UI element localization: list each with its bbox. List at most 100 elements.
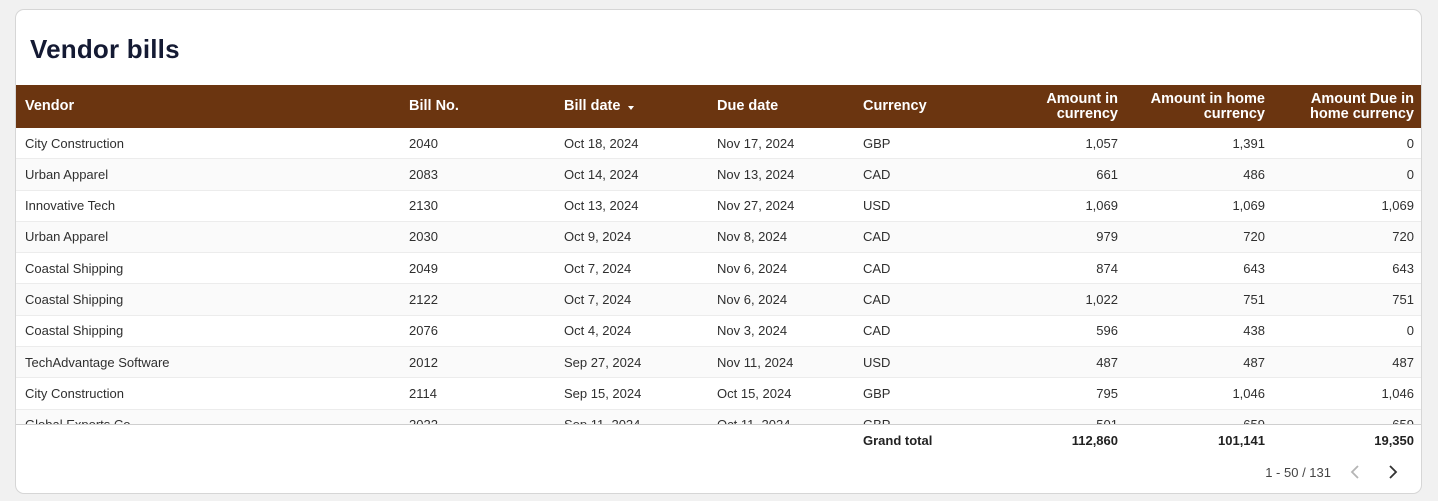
cell-vendor: Innovative Tech <box>25 198 116 214</box>
cell-bill-date: Sep 15, 2024 <box>564 385 642 401</box>
cell-amount-due: 751 <box>1392 291 1414 307</box>
cell-bill-no: 2114 <box>409 385 437 401</box>
cell-amount-in-home-currency: 438 <box>1243 323 1265 339</box>
column-header-amount-due-in-home-currency[interactable]: Amount Due in home currency <box>1274 85 1414 128</box>
table-row[interactable]: City Construction 2040 Oct 18, 2024 Nov 17,… <box>16 128 1421 160</box>
chevron-left-icon[interactable] <box>1341 460 1369 484</box>
cell-vendor: City Construction <box>25 135 124 151</box>
cell-vendor: Coastal Shipping <box>25 323 124 339</box>
cell-due-date: Nov 6, 2024 <box>717 260 788 276</box>
column-header-label: Due date <box>717 98 779 114</box>
cell-vendor: TechAdvantage Software <box>25 354 170 370</box>
cell-amount-in-home-currency: 643 <box>1243 260 1265 276</box>
cell-amount-in-currency: 487 <box>1096 354 1118 370</box>
cell-due-date: Nov 6, 2024 <box>717 291 788 307</box>
cell-bill-date: Oct 7, 2024 <box>564 260 632 276</box>
pagination: 1 - 50 / 131 <box>1265 460 1407 484</box>
grand-total-amount-in-home-currency: 101,141 <box>1218 432 1265 448</box>
cell-bill-no: 2122 <box>409 291 438 307</box>
cell-amount-in-currency: 795 <box>1096 385 1118 401</box>
table-row[interactable]: Innovative Tech 2130 Oct 13, 2024 Nov 27, 2… <box>16 191 1421 222</box>
cell-currency: GBP <box>863 135 891 151</box>
cell-amount-due: 659 <box>1274 410 1414 424</box>
cell-due-date: Nov 11, 2024 <box>717 354 794 370</box>
column-header-due-date[interactable]: Due date <box>717 85 847 128</box>
cell-due-date: Nov 13, 2024 <box>717 166 795 182</box>
cell-bill-date: Sep 11, 2024 <box>564 410 704 424</box>
cell-amount-due: 487 <box>1392 354 1414 370</box>
table-row[interactable]: Coastal Shipping 2122 Oct 7, 2024 Nov 6, 20… <box>16 284 1421 316</box>
table-body[interactable]: City Construction 2040 Oct 18, 2024 Nov 17,… <box>16 128 1421 424</box>
cell-bill-no: 2049 <box>409 260 438 276</box>
cell-bill-no: 2076 <box>409 323 438 339</box>
cell-bill-no: 2030 <box>409 229 438 245</box>
table-row[interactable]: City Construction 2114 Sep 15, 2024 Oct 15,… <box>16 378 1421 410</box>
column-header-label: Vendor <box>25 98 75 114</box>
column-header-currency[interactable]: Currency <box>863 85 973 128</box>
cell-currency: USD <box>863 198 891 214</box>
cell-currency: CAD <box>863 291 891 307</box>
cell-due-date: Nov 3, 2024 <box>717 323 788 339</box>
cell-due-date: Nov 17, 2024 <box>717 135 795 151</box>
cell-vendor: Urban Apparel <box>25 166 109 182</box>
cell-vendor: Global Exports Co <box>25 410 325 424</box>
cell-vendor: Urban Apparel <box>25 229 109 245</box>
cell-due-date: Oct 11, 2024 <box>717 410 847 424</box>
pagination-range: 1 - 50 / 131 <box>1265 464 1331 480</box>
cell-amount-in-home-currency: 1,069 <box>1232 198 1265 214</box>
cell-amount-due: 0 <box>1406 323 1414 339</box>
column-header-bill-no[interactable]: Bill No. <box>409 85 529 128</box>
cell-amount-due: 1,046 <box>1381 385 1414 401</box>
sort-descending-icon[interactable] <box>628 105 635 110</box>
grand-total-amount-due: 19,350 <box>1374 432 1414 448</box>
cell-amount-in-home-currency: 486 <box>1243 166 1265 182</box>
cell-bill-date: Sep 27, 2024 <box>564 354 642 370</box>
cell-amount-due: 0 <box>1406 166 1414 182</box>
cell-amount-in-currency: 979 <box>1096 229 1118 245</box>
cell-due-date: Nov 8, 2024 <box>717 229 788 245</box>
cell-currency: GBP <box>863 385 891 401</box>
vendor-bills-card: Vendor bills Vendor Bill No. Bill date D… <box>15 9 1422 494</box>
cell-vendor: City Construction <box>25 385 124 401</box>
table-row[interactable]: Urban Apparel 2030 Oct 9, 2024 Nov 8, 2024 C… <box>16 221 1421 254</box>
cell-amount-in-currency: 874 <box>1096 260 1118 276</box>
cell-bill-no: 2130 <box>409 198 438 214</box>
cell-amount-in-currency: 1,022 <box>1085 291 1118 307</box>
cell-bill-date: Oct 13, 2024 <box>564 198 639 214</box>
table-row[interactable]: Global Exports Co 2022 Sep 11, 2024 Oct 11,… <box>16 409 1421 424</box>
table-row[interactable]: Coastal Shipping 2076 Oct 4, 2024 Nov 3, 20… <box>16 316 1421 348</box>
table-title: Vendor bills <box>30 34 180 64</box>
table-row[interactable]: Coastal Shipping 2049 Oct 7, 2024 Nov 6, 20… <box>16 253 1421 285</box>
table-row[interactable]: Urban Apparel 2083 Oct 14, 2024 Nov 13, 202… <box>16 159 1421 191</box>
cell-currency: USD <box>863 354 891 370</box>
column-header-label: Amount in home currency <box>1150 90 1265 122</box>
cell-amount-in-currency: 661 <box>1096 166 1118 182</box>
cell-currency: CAD <box>863 260 891 276</box>
column-header-amount-in-currency[interactable]: Amount in currency <box>978 85 1118 128</box>
cell-currency: CAD <box>863 323 891 339</box>
cell-currency: CAD <box>863 166 891 182</box>
cell-bill-no: 2040 <box>409 135 438 151</box>
grand-total-amount-in-currency: 112,860 <box>1071 432 1118 448</box>
cell-bill-date: Oct 9, 2024 <box>564 229 632 245</box>
table-row[interactable]: TechAdvantage Software 2012 Sep 27, 2024 No… <box>16 347 1421 379</box>
cell-amount-due: 643 <box>1392 260 1414 276</box>
chevron-right-icon[interactable] <box>1379 460 1407 484</box>
cell-due-date: Nov 27, 2024 <box>717 198 795 214</box>
cell-amount-in-home-currency: 659 <box>1125 410 1265 424</box>
cell-amount-in-currency: 501 <box>978 410 1118 424</box>
cell-amount-in-home-currency: 1,391 <box>1232 135 1265 151</box>
cell-currency: GBP <box>863 410 973 424</box>
column-header-bill-date[interactable]: Bill date <box>564 85 704 128</box>
cell-bill-no: 2083 <box>409 166 438 182</box>
cell-bill-date: Oct 18, 2024 <box>564 135 639 151</box>
column-header-label: Bill date <box>564 98 621 114</box>
cell-bill-date: Oct 4, 2024 <box>564 323 632 339</box>
cell-amount-in-home-currency: 487 <box>1243 354 1265 370</box>
cell-vendor: Coastal Shipping <box>25 260 124 276</box>
cell-bill-no: 2022 <box>409 410 529 424</box>
column-header-amount-in-home-currency[interactable]: Amount in home currency <box>1125 85 1265 128</box>
table-header: Vendor Bill No. Bill date Due date Curre… <box>16 85 1421 128</box>
cell-bill-no: 2012 <box>409 354 438 370</box>
column-header-vendor[interactable]: Vendor <box>25 85 325 128</box>
